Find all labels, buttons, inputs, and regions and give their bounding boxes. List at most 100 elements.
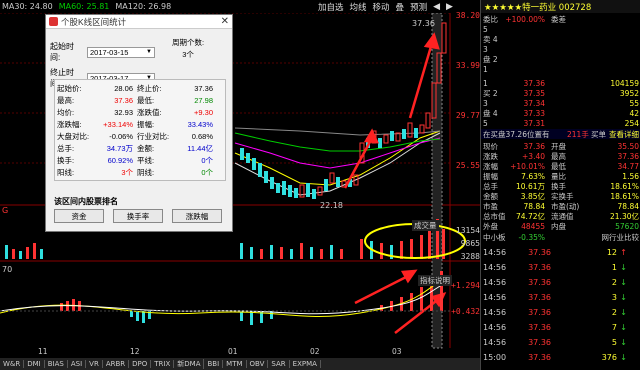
tab-obv[interactable]: OBV [247,360,269,368]
tick-cell: 14:56 [483,337,507,347]
quote-cell: 211手 [567,129,589,139]
ma60-label: MA60: 25.81 [58,2,110,11]
volume-tick-3: 3288 [460,252,480,261]
toolbar-overlay[interactable]: 叠 [396,1,405,13]
date-tick-2: 12 [130,347,140,356]
quote-cell: 37.36 [523,141,545,151]
quote-cell: 委差 [551,14,566,24]
quote-row: 总手 10.61万 换手 18.61% [481,181,640,191]
close-icon[interactable]: ✕ [221,16,229,27]
candles [240,22,447,199]
tick-row: 14:56 37.36 1 ↓ [481,260,640,274]
tab-asi[interactable]: ASI [68,360,87,368]
change-pct-button[interactable]: 涨跌幅 [172,209,222,223]
tab-w&r[interactable]: W&R [0,360,25,368]
tab-trix[interactable]: TRIX [151,360,175,368]
price-tick-4: 25.55 [455,161,480,170]
tick-cell: 14:56 [483,262,507,272]
rank-title: 该区间内股票排名 [54,197,118,206]
tick-cell: 2 [611,307,617,317]
toolbar-move[interactable]: 移动 [373,1,390,13]
tick-cell: 2 [611,277,617,287]
tab-vr[interactable]: VR [86,360,103,368]
interval-stats-dialog: 个股K线区间统计 ✕ 起始时间: 2017-03-15 ▼ 终止时间: 2017… [45,14,233,232]
quote-cell: 18.61% [610,191,639,201]
quote-cell: +10.01% [510,161,545,171]
quote-cell: 5 [483,118,488,128]
tab-dmi[interactable]: DMI [24,360,45,368]
quote-cell: 盘 2 [483,54,498,64]
dialog-title: 个股K线区间统计 [61,16,127,27]
tab-bias[interactable]: BIAS [45,360,68,368]
tab-bbi[interactable]: BBI [204,360,224,368]
quote-row: 5 37.31 254 [481,118,640,128]
price-tick-2: 33.99 [455,61,480,70]
tick-cell: 37.36 [528,292,551,302]
tick-row: 14:56 37.36 3 ↓ [481,290,640,304]
quote-cell: 3 [483,44,488,54]
ma30-label: MA30: 24.80 [2,2,53,11]
quote-cell: 21.30亿 [610,211,639,221]
volume-label[interactable]: 成交量 [412,220,439,231]
period-value: 3个 [182,50,194,59]
tab-mtm[interactable]: MTM [223,360,247,368]
tick-cell: 37.36 [528,337,551,347]
quote-row: 中小板 -0.35% 网行业比较 [481,232,640,242]
chevron-down-icon: ▼ [146,49,152,55]
quote-row: 1 37.36 104159 [481,78,640,88]
stat-row: 总手: 34.73万 金额: 11.44亿 [57,143,213,153]
tab-dpo[interactable]: DPO [129,360,152,368]
tick-cell: 37.36 [528,307,551,317]
quote-row: 委比 +100.00% 委差 [481,14,640,24]
quote-row: 涨跌 +3.40 最高 37.36 [481,151,640,161]
stock-name-header[interactable]: ★★★★★特一药业 002728 [481,0,640,13]
start-time-select[interactable]: 2017-03-15 ▼ [87,46,155,58]
stats-table: 起始价: 28.06 终止价: 37.36 最高: 37.36 最低: 27.98 均价: 3… [54,79,226,181]
quote-cell: 中小板 [483,232,506,242]
next-icon[interactable]: ▶ [446,2,453,12]
tick-cell: ↓ [620,292,627,302]
quote-cell: 盘 4 [483,108,498,118]
quote-cell: 查看详细 [609,129,639,139]
quote-row: 盘 4 37.33 42 [481,108,640,118]
quote-cell: 37.35 [523,88,545,98]
prev-icon[interactable]: ◀ [433,2,440,12]
quote-cell: -0.35% [518,232,545,242]
tab-arbr[interactable]: ARBR [103,360,130,368]
quote-row: 盘 2 [481,54,640,64]
toolbar-forecast[interactable]: 预测 [410,1,427,13]
indicator-help-label[interactable]: 指标说明 [418,275,452,286]
tick-cell: 376 [601,352,617,362]
quote-cell: 买单 [591,129,606,139]
volume-tick-2: 9865 [460,239,480,248]
left-marker: G [2,206,9,215]
quote-row: 总市值 74.72亿 流通值 21.30亿 [481,211,640,221]
stat-row: 换手: 60.92% 平线: 0个 [57,155,213,165]
tick-cell: 5 [611,337,617,347]
quote-cell: 7.63% [521,171,545,181]
toolbar-ma[interactable]: 均线 [350,1,367,13]
quote-cell: 网行业比较 [601,232,640,242]
quote-row: 振幅 7.63% 量比 1.56 [481,171,640,181]
peak-price-label: 37.36 [412,19,435,28]
quote-cell: 1 [483,78,488,88]
turnover-button[interactable]: 换手率 [113,209,163,223]
quote-cell: 买 2 [483,88,498,98]
period-label: 周期个数: [172,38,205,47]
quote-row: 3 37.34 55 [481,98,640,108]
tick-cell: 14:56 [483,277,507,287]
fund-button[interactable]: 资金 [54,209,104,223]
quote-cell: +3.40 [522,151,545,161]
tab-新dma[interactable]: 新DMA [174,359,205,369]
tab-sar[interactable]: SAR [268,360,290,368]
stat-row: 均价: 32.93 涨跌值: +9.30 [57,107,213,117]
tab-expma[interactable]: EXPMA [290,360,321,368]
quote-cell: 48455 [521,221,545,231]
stat-row: 涨跌幅: +33.14% 振幅: 33.43% [57,119,213,129]
indicator-tabs: W&R DMI BIAS ASI VR ARBR DPO TRIX 新DMA BBI MTM OBV S… [0,358,480,370]
toolbar-add-watchlist[interactable]: 加自选 [318,1,344,13]
quote-cell: 78.84 [523,201,545,211]
quote-row: 在买盘37.26位置有 211手 买单 查看详细 [481,129,640,139]
quote-cell: 1 [483,64,488,74]
dialog-titlebar[interactable]: 个股K线区间统计 ✕ [46,15,232,29]
